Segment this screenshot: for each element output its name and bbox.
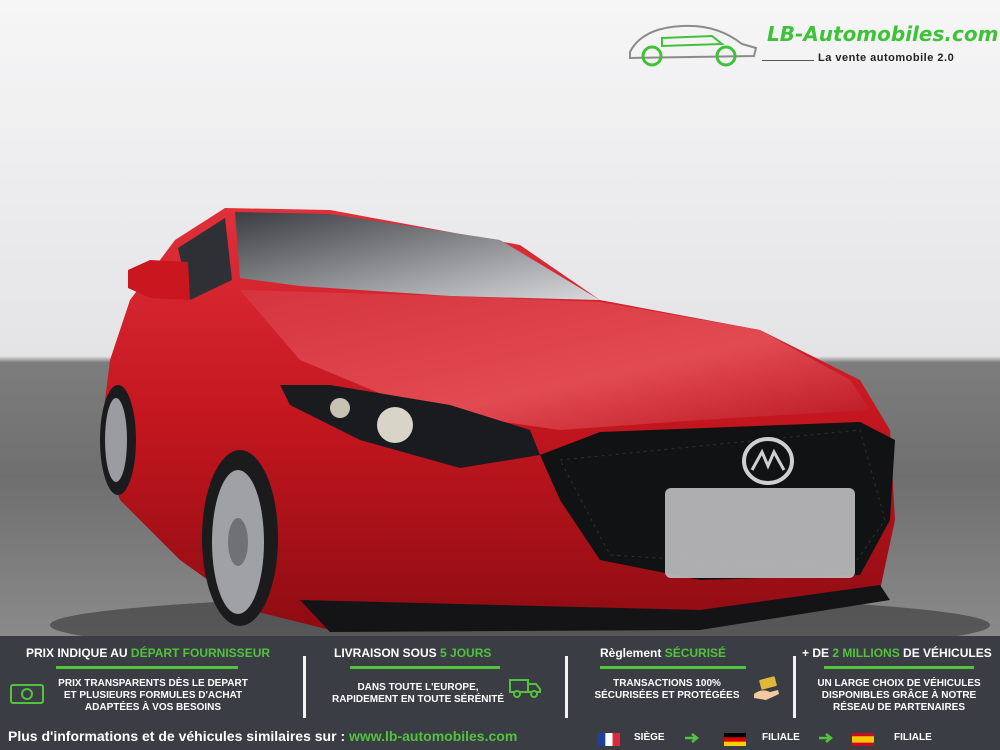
logo-title: LB-Automobiles.com <box>767 22 999 46</box>
feature-choice: + DE 2 MILLIONS DE VÉHICULES UN LARGE CH… <box>798 636 1000 724</box>
desc-line: DISPONIBLES GRÂCE À NOTRE <box>821 690 977 701</box>
footer: Plus d'informations et de véhicules simi… <box>0 726 1000 750</box>
heading-highlight: DÉPART FOURNISSEUR <box>130 646 271 660</box>
desc-line: DANS TOUTE L'EUROPE, <box>357 682 479 693</box>
column-divider <box>793 656 796 718</box>
heading-text: PRIX INDIQUE AU <box>26 646 131 660</box>
feature-description: UN LARGE CHOIX DE VÉHICULES DISPONIBLES … <box>806 678 992 714</box>
desc-line: RAPIDEMENT EN TOUTE SÉRÉNITÉ <box>331 694 505 705</box>
heading-underline <box>56 666 238 669</box>
heading-highlight: 2 MILLIONS <box>832 646 900 660</box>
desc-line: SÉCURISÉES ET PROTÉGÉES <box>594 690 740 701</box>
desc-line: UN LARGE CHOIX DE VÉHICULES <box>817 678 981 689</box>
desc-line: RÉSEAU DE PARTENAIRES <box>832 702 966 713</box>
logo-subtitle: La vente automobile 2.0 <box>818 52 955 64</box>
france-flag-icon <box>598 733 620 746</box>
payment-hand-icon <box>754 676 779 700</box>
heading-text: LIVRAISON SOUS <box>334 646 441 660</box>
website-link[interactable]: www.lb-automobiles.com <box>349 728 517 744</box>
heading-text: + DE <box>802 646 833 660</box>
desc-line: PRIX TRANSPARENTS DÈS LE DEPART <box>58 678 248 689</box>
spain-flag-icon <box>852 733 874 746</box>
feature-description: PRIX TRANSPARENTS DÈS LE DEPART ET PLUSI… <box>48 678 258 714</box>
arrow-right-icon <box>819 733 834 743</box>
car-logo-icon <box>629 24 758 67</box>
column-divider <box>303 656 306 718</box>
location-label: SIÈGE <box>634 732 665 743</box>
feature-description: TRANSACTIONS 100% SÉCURISÉES ET PROTÉGÉE… <box>582 678 752 702</box>
feature-heading: Règlement SÉCURISÉ <box>600 646 726 660</box>
car-photo: LB-Automobiles.com La vente automobile 2… <box>0 0 1000 636</box>
heading-text: Règlement <box>600 646 665 660</box>
location-label: FILIALE <box>762 732 800 743</box>
delivery-truck-icon <box>509 679 541 698</box>
red-hatchback-image <box>50 208 990 636</box>
heading-highlight: SÉCURISÉ <box>664 646 727 660</box>
germany-flag-icon <box>724 733 746 746</box>
arrow-right-icon <box>685 733 700 743</box>
footer-text: Plus d'informations et de véhicules simi… <box>8 728 517 744</box>
heading-text: DE VÉHICULES <box>899 646 992 660</box>
brand-logo[interactable]: LB-Automobiles.com La vente automobile 2… <box>622 18 1000 68</box>
feature-heading: PRIX INDIQUE AU DÉPART FOURNISSEUR <box>26 646 270 660</box>
footer-label: Plus d'informations et de véhicules simi… <box>8 728 349 744</box>
heading-underline <box>350 666 500 669</box>
feature-heading: + DE 2 MILLIONS DE VÉHICULES <box>802 646 992 660</box>
feature-payment: Règlement SÉCURISÉ TRANSACTIONS 100% SÉC… <box>572 636 790 724</box>
feature-pricing: PRIX INDIQUE AU DÉPART FOURNISSEUR PRIX … <box>0 636 300 724</box>
feature-delivery: LIVRAISON SOUS 5 JOURS DANS TOUTE L'EURO… <box>310 636 565 724</box>
desc-line: ADAPTÉES À VOS BESOINS <box>84 702 222 713</box>
logo-divider <box>762 60 814 61</box>
money-icon <box>10 684 44 704</box>
heading-underline <box>600 666 746 669</box>
location-label: FILIALE <box>894 732 932 743</box>
heading-underline <box>824 666 974 669</box>
feature-bar: PRIX INDIQUE AU DÉPART FOURNISSEUR PRIX … <box>0 636 1000 750</box>
heading-highlight: 5 JOURS <box>440 646 492 660</box>
column-divider <box>565 656 568 718</box>
desc-line: TRANSACTIONS 100% <box>613 678 721 689</box>
feature-heading: LIVRAISON SOUS 5 JOURS <box>334 646 491 660</box>
desc-line: ET PLUSIEURS FORMULES D'ACHAT <box>63 690 243 701</box>
feature-description: DANS TOUTE L'EUROPE, RAPIDEMENT EN TOUTE… <box>318 682 518 706</box>
